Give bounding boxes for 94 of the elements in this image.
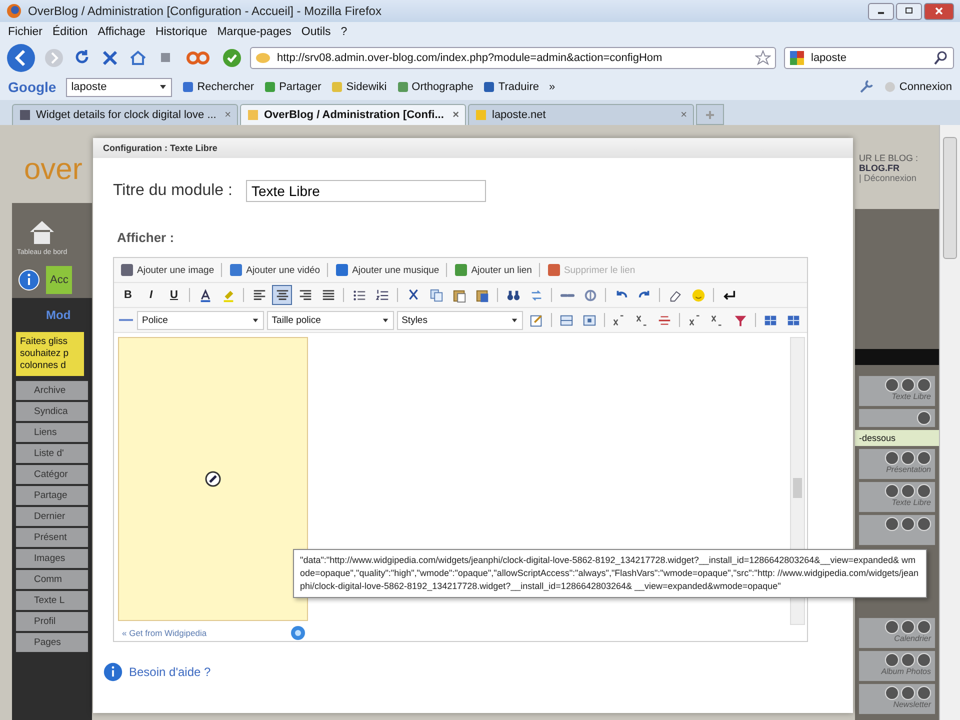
module-item[interactable]: Pages: [16, 632, 88, 652]
field-label: Titre du module :: [113, 182, 232, 200]
back-button[interactable]: [6, 43, 36, 73]
insert-button[interactable]: Ajouter une musique: [333, 263, 442, 277]
hint-note: Faites gliss souhaitez p colonnes d: [16, 332, 84, 376]
window-title: OverBlog / Administration [Configuration - Accueil] - Mozilla Firefox: [28, 4, 382, 18]
tab-close-button[interactable]: ×: [680, 109, 687, 121]
home-icon[interactable]: [128, 48, 148, 68]
maximize-icon: [904, 6, 914, 16]
module-item[interactable]: Archive: [16, 380, 88, 400]
blog-logo: over: [24, 153, 84, 188]
insert-button[interactable]: Ajouter un lien: [452, 263, 534, 277]
module-item[interactable]: Liste d': [16, 444, 88, 463]
toolbar-button[interactable]: Rechercher: [182, 81, 254, 93]
clock-icon: [205, 471, 221, 487]
menu-item[interactable]: Fichier: [8, 26, 43, 38]
menu-item[interactable]: Historique: [155, 26, 208, 38]
menu-item[interactable]: Édition: [52, 26, 88, 38]
user-icon: [884, 81, 896, 93]
info-icon[interactable]: [103, 662, 123, 682]
format-button[interactable]: B: [118, 285, 138, 305]
format-button[interactable]: U: [164, 285, 184, 305]
page-tab[interactable]: Acc: [46, 266, 72, 294]
minimize-button[interactable]: [868, 2, 894, 20]
browser-tab[interactable]: laposte.net ×: [468, 104, 694, 125]
search-icon[interactable]: [933, 50, 949, 66]
caret-icon: [511, 316, 518, 324]
tab-close-button[interactable]: ×: [224, 109, 231, 121]
plus-icon: [705, 110, 715, 120]
star-icon[interactable]: [755, 50, 771, 66]
site-icon: [19, 109, 31, 121]
site-icon: [475, 109, 487, 121]
tab-close-button[interactable]: ×: [452, 109, 459, 121]
caret-icon: [159, 83, 168, 91]
tooltip: "data":"http://www.widgipedia.com/widgets/jeanphi/clock-digital-love-5862-8192_134217728.widget?__install_id=1286642803264&__view=expanded& wmode=opaque","quality":"high","wmode":"opaque","allowScriptAccess":"always","FlashVars":"wmode=opaque","src":"http: //www.widgipedia.com/widgets/jeanphi/clock-digital-love-5862-8192_134217728.widget?__install_id=1286642803264& __view=expanded&wmode=opaque": [293, 549, 927, 598]
address-field[interactable]: http://srv08.admin.over-blog.com/index.php?module=admin&action=configHom: [250, 47, 776, 69]
menu-item[interactable]: Marque-pages: [217, 26, 292, 38]
help-link[interactable]: Besoin d'aide ?: [129, 665, 211, 679]
blog-name: BLOG.FR: [858, 163, 900, 173]
wrench-icon[interactable]: [858, 79, 874, 95]
browser-tab[interactable]: OverBlog / Administration [Confi... ×: [240, 104, 466, 125]
module-item[interactable]: Catégor: [16, 464, 88, 484]
menu-item[interactable]: Outils: [301, 26, 331, 38]
format-button[interactable]: I: [141, 285, 161, 305]
google-logo: Google: [8, 79, 56, 95]
blog-header: UR LE BLOG :: [858, 153, 920, 163]
stop-icon[interactable]: [100, 48, 120, 68]
close-icon: [934, 6, 944, 16]
drop-hint: -dessous: [855, 430, 939, 446]
align-center-icon[interactable]: [272, 285, 292, 305]
scrollbar[interactable]: [939, 125, 960, 720]
caret-icon: [382, 316, 389, 324]
section-label: Afficher :: [117, 230, 176, 245]
toolbar-button[interactable]: Orthographe: [396, 81, 474, 93]
insert-button[interactable]: Ajouter une vidéo: [227, 263, 322, 277]
sign-in-button[interactable]: Connexion: [884, 81, 952, 93]
search-field[interactable]: laposte: [784, 47, 954, 69]
toolbar-button[interactable]: Sidewiki: [331, 81, 387, 93]
check-icon[interactable]: [222, 48, 242, 68]
toolbar-button[interactable]: Partager: [264, 81, 322, 93]
insert-button[interactable]: Ajouter une image: [118, 263, 216, 277]
close-button[interactable]: [924, 2, 954, 20]
module-item[interactable]: Syndica: [16, 402, 88, 421]
module-item[interactable]: Texte L: [16, 590, 88, 610]
module-item[interactable]: Présent: [16, 528, 88, 547]
dialog-title: Configuration : Texte Libre: [103, 143, 218, 153]
module-item[interactable]: Partage: [16, 486, 88, 505]
dropdown[interactable]: Taille police: [266, 310, 394, 330]
module-item[interactable]: Profil: [16, 612, 88, 631]
module-item[interactable]: Images: [16, 548, 88, 568]
caret-icon: [252, 316, 259, 324]
module-item[interactable]: Dernier: [16, 506, 88, 526]
module-item[interactable]: Liens: [16, 422, 88, 442]
widget-box[interactable]: [859, 409, 935, 427]
menu-item[interactable]: Affichage: [98, 26, 146, 38]
browser-tab[interactable]: Widget details for clock digital love ... ×: [12, 104, 238, 125]
site-icon: [255, 50, 271, 66]
google-search-field[interactable]: laposte: [66, 78, 172, 96]
widget-box[interactable]: [859, 515, 935, 545]
widget-link[interactable]: « Get from Widgipedia: [122, 628, 282, 638]
info-icon[interactable]: [18, 269, 40, 291]
site-icon: [247, 109, 259, 121]
dropdown[interactable]: Police: [137, 310, 264, 330]
toolbar-button[interactable]: »: [548, 81, 556, 93]
dropdown[interactable]: Styles: [396, 310, 524, 330]
menu-item[interactable]: ?: [340, 26, 348, 38]
toolbar-button[interactable]: Traduire: [483, 81, 539, 93]
google-icon: [789, 50, 805, 66]
maximize-button[interactable]: [896, 2, 922, 20]
title-field[interactable]: Texte Libre: [246, 180, 486, 202]
gear-icon[interactable]: [290, 625, 306, 641]
module-item[interactable]: Comm: [16, 570, 88, 589]
section-heading: Mod: [46, 308, 72, 322]
firefox-icon: [6, 3, 22, 19]
